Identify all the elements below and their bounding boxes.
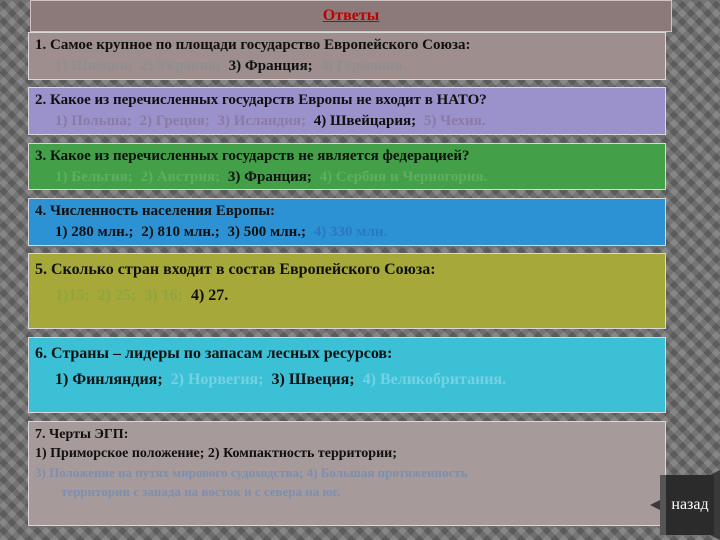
question-2-answers: 1) Польша; 2) Греция; 3) Исландия; 4) Шв… xyxy=(35,110,659,132)
q2-option-1: 1) Польша; xyxy=(55,113,132,129)
q5-option-4: 4) 27. xyxy=(190,287,229,304)
title-bar: Ответы xyxy=(30,0,672,32)
q6-option-1: 1) Финляндия; xyxy=(55,371,163,388)
question-1: 1. Самое крупное по площади государство … xyxy=(28,32,666,80)
q6-option-4: 4) Великобритания. xyxy=(362,371,507,388)
q2-option-4: 4) Швейцария; xyxy=(313,113,417,129)
q3-option-4: 4) Сербия и Черногория. xyxy=(319,169,488,185)
question-2-text: 2. Какое из перечисленных государств Евр… xyxy=(35,92,487,108)
q4-option-4: 4) 330 млн. xyxy=(313,224,388,240)
q1-option-2: 2) Украина; xyxy=(140,58,221,74)
question-7: 7. Черты ЭГП: 1) Приморское положение; 2… xyxy=(28,421,666,526)
q7-answer-line-3: территории с запада на восток и с севера… xyxy=(61,484,341,499)
q5-option-3: 3) 16; xyxy=(144,287,183,304)
question-4-answers: 1) 280 млн.; 2) 810 млн.; 3) 500 млн.; 4… xyxy=(35,221,659,243)
question-7-text: 7. Черты ЭГП: xyxy=(35,427,129,442)
q2-option-2: 2) Греция; xyxy=(139,113,210,129)
question-1-answers: 1) Швеция; 2) Украина; 3) Франция; 4) Ге… xyxy=(35,55,659,77)
question-3-text: 3. Какое из перечисленных государств не … xyxy=(35,148,470,164)
back-button[interactable]: назад xyxy=(660,475,714,535)
q6-option-3: 3) Швеция; xyxy=(271,371,355,388)
q1-option-3: 3) Франция; xyxy=(228,58,313,74)
back-button-label: назад xyxy=(671,496,709,513)
q5-option-1: 1)15; xyxy=(55,287,90,304)
q6-option-2: 2) Норвегия; xyxy=(170,371,264,388)
q3-option-2: 2) Австрия; xyxy=(140,169,221,185)
question-5: 5. Сколько стран входит в состав Европей… xyxy=(28,253,666,329)
q1-option-1: 1) Швеция; xyxy=(55,58,133,74)
q5-option-2: 2) 25; xyxy=(97,287,137,304)
question-6-answers: 1) Финляндия; 2) Норвегия; 3) Швеция; 4)… xyxy=(35,367,659,393)
question-6-text: 6. Страны – лидеры по запасам лесных рес… xyxy=(35,345,393,362)
page-title: Ответы xyxy=(322,7,380,24)
q4-option-1: 1) 280 млн.; xyxy=(55,224,134,240)
question-3: 3. Какое из перечисленных государств не … xyxy=(28,143,666,190)
q2-option-3: 3) Исландия; xyxy=(217,113,306,129)
q3-option-1: 1) Бельгия; xyxy=(55,169,133,185)
question-5-text: 5. Сколько стран входит в состав Европей… xyxy=(35,261,436,278)
q7-answer-line-1: 1) Приморское положение; 2) Компактность… xyxy=(35,446,397,461)
question-3-answers: 1) Бельгия; 2) Австрия; 3) Франция; 4) С… xyxy=(35,166,659,188)
question-4-text: 4. Численность населения Европы: xyxy=(35,203,276,219)
q2-option-5: 5) Чехия. xyxy=(423,113,486,129)
question-1-text: 1. Самое крупное по площади государство … xyxy=(35,37,471,53)
q3-option-3: 3) Франция; xyxy=(227,169,312,185)
slide: { "title": "Ответы", "q1": { "question":… xyxy=(0,0,720,540)
q7-answer-line-2: 3) Положение на путях мирового судоходст… xyxy=(35,465,468,480)
q4-option-3: 3) 500 млн.; xyxy=(227,224,307,240)
question-6: 6. Страны – лидеры по запасам лесных рес… xyxy=(28,337,666,413)
question-5-answers: 1)15; 2) 25; 3) 16; 4) 27. xyxy=(35,283,659,309)
q4-option-2: 2) 810 млн.; xyxy=(141,224,220,240)
q1-option-4: 4) Германия. xyxy=(320,58,407,74)
question-4: 4. Численность населения Европы: 1) 280 … xyxy=(28,198,666,246)
question-2: 2. Какое из перечисленных государств Евр… xyxy=(28,87,666,135)
